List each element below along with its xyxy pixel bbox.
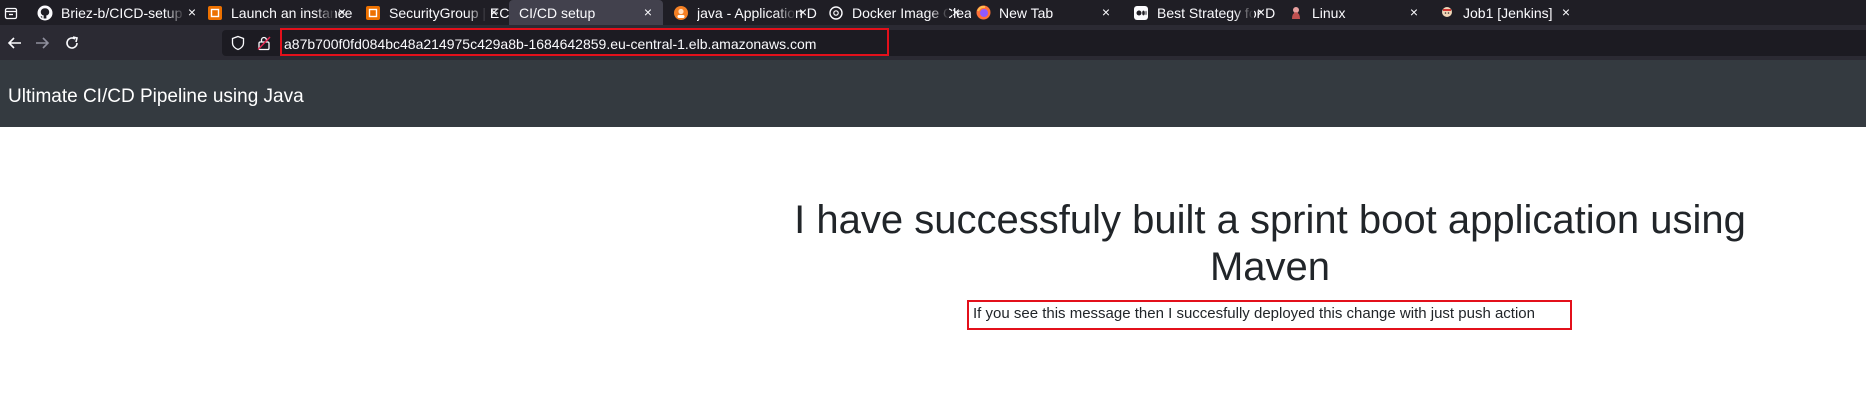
- tab-linux[interactable]: Linux ×: [1276, 0, 1429, 25]
- tab-jenkins[interactable]: Job1 [Jenkins] ×: [1429, 0, 1581, 25]
- reload-icon: [66, 36, 78, 49]
- github-icon: [37, 5, 53, 21]
- close-tab-icon[interactable]: ×: [796, 4, 810, 20]
- close-tab-icon[interactable]: ×: [1407, 4, 1421, 20]
- aws-icon: [207, 5, 223, 21]
- tab-launch-instance[interactable]: Launch an instance | EC2 ×: [207, 0, 357, 25]
- tab-security-group[interactable]: SecurityGroup | EC2 ×: [357, 0, 509, 25]
- tab-strip: Briez-b/CICD-setup × Launch an instance …: [0, 0, 1866, 25]
- deploy-message: If you see this message then I succesful…: [973, 305, 1535, 322]
- aws-icon: [365, 5, 381, 21]
- close-tab-icon[interactable]: ×: [1099, 4, 1113, 20]
- linux-icon: [1288, 5, 1304, 21]
- jenkins-icon: [1439, 5, 1455, 21]
- shield-icon[interactable]: [230, 35, 246, 51]
- tab-list-button[interactable]: [0, 0, 22, 25]
- stackoverflow-icon: [673, 5, 689, 21]
- tab-docker-image[interactable]: Docker Image Clean ×: [818, 0, 971, 25]
- page-heading: I have successfuly built a sprint boot a…: [794, 198, 1746, 289]
- navigation-bar: [0, 25, 1866, 60]
- close-tab-icon[interactable]: ×: [1559, 4, 1573, 20]
- tab-cicd-setup[interactable]: CI/CD setup ×: [509, 0, 663, 25]
- site-title[interactable]: Ultimate CI/CD Pipeline using Java: [8, 86, 304, 108]
- medium-icon: [1133, 5, 1149, 21]
- tab-github[interactable]: Briez-b/CICD-setup ×: [22, 0, 207, 25]
- close-tab-icon[interactable]: ×: [487, 4, 501, 20]
- url-text[interactable]: a87b700f0fd084bc48a214975c429a8b-1684642…: [284, 36, 816, 52]
- close-tab-icon[interactable]: ×: [641, 4, 655, 20]
- firefox-icon: [975, 5, 991, 21]
- tab-new-tab[interactable]: New Tab ×: [971, 0, 1121, 25]
- lock-insecure-icon[interactable]: [256, 35, 272, 51]
- close-tab-icon[interactable]: ×: [335, 4, 349, 20]
- arrow-left-icon: [7, 37, 21, 49]
- forward-button[interactable]: [30, 31, 54, 55]
- close-tab-icon[interactable]: ×: [949, 4, 963, 20]
- tab-list-icon: [4, 7, 18, 19]
- close-tab-icon[interactable]: ×: [185, 4, 199, 20]
- reload-button[interactable]: [60, 31, 84, 55]
- openai-icon: [828, 5, 844, 21]
- tab-best-strategy[interactable]: Best Strategy for D ×: [1121, 0, 1276, 25]
- close-tab-icon[interactable]: ×: [1254, 4, 1268, 20]
- back-button[interactable]: [3, 31, 27, 55]
- tab-java-application[interactable]: java - Application D ×: [663, 0, 818, 25]
- arrow-right-icon: [36, 37, 50, 49]
